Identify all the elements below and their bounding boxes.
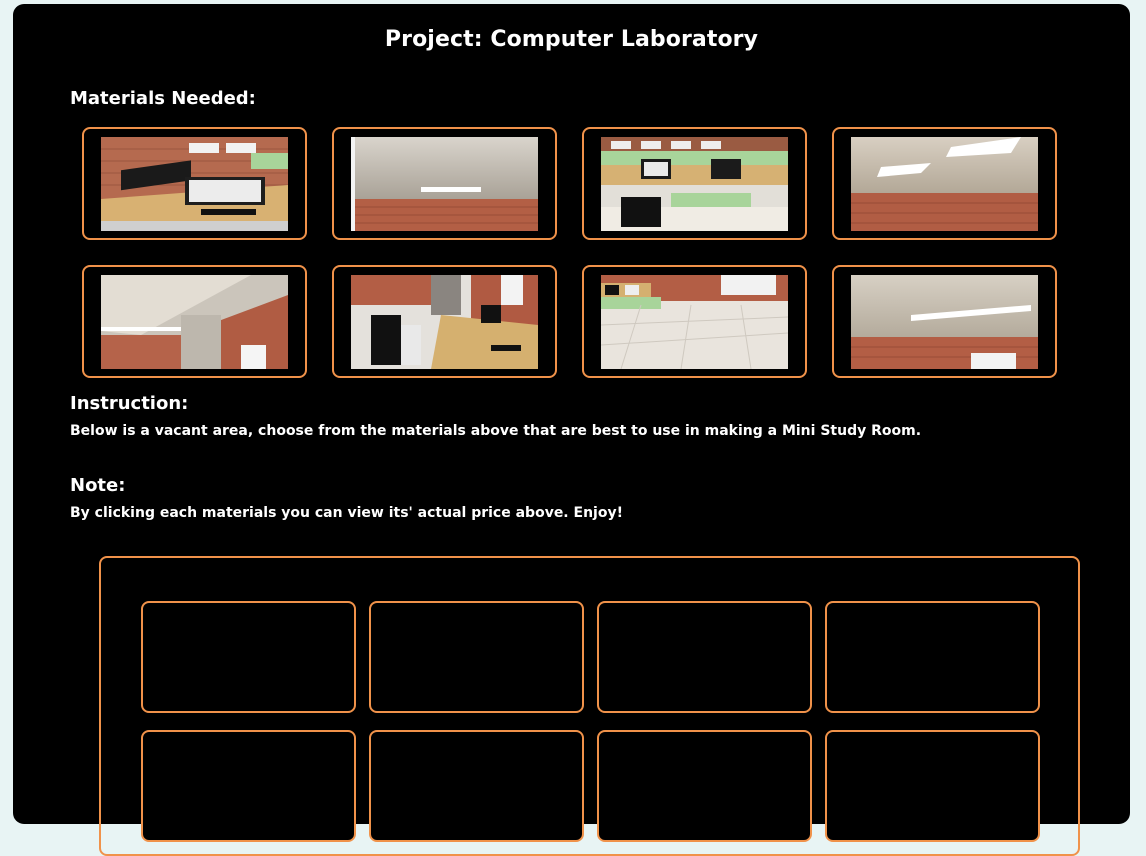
material-card-8[interactable] (832, 265, 1057, 378)
ceiling-light-image (351, 136, 538, 231)
material-card-3[interactable] (582, 127, 807, 240)
page-title: Project: Computer Laboratory (384, 27, 759, 52)
drop-slots (141, 601, 1040, 842)
drop-slot[interactable] (597, 601, 812, 713)
material-card-5[interactable] (82, 265, 307, 378)
materials-grid (82, 127, 1057, 378)
ceiling-panel-image (851, 274, 1038, 369)
note-heading: Note: (70, 475, 126, 496)
drop-slot[interactable] (141, 601, 356, 713)
ceiling-wall-image (101, 274, 288, 369)
instruction-text: Below is a vacant area, choose from the … (70, 423, 922, 439)
drop-slot[interactable] (369, 730, 584, 842)
material-card-2[interactable] (332, 127, 557, 240)
drop-slot[interactable] (597, 730, 812, 842)
ceiling-lights-image (851, 136, 1038, 231)
desk-chairs-image (351, 274, 538, 369)
note-text: By clicking each materials you can view … (70, 505, 623, 521)
computer-room-image (601, 136, 788, 231)
vacant-area (99, 556, 1080, 856)
project-panel: Project: Computer Laboratory Materials N… (13, 4, 1130, 856)
drop-slot[interactable] (825, 730, 1040, 842)
drop-slot[interactable] (825, 601, 1040, 713)
drop-slot[interactable] (369, 601, 584, 713)
computer-desks-image (101, 136, 288, 231)
drop-slot[interactable] (141, 730, 356, 842)
tile-floor-image (601, 274, 788, 369)
instruction-heading: Instruction: (70, 393, 189, 414)
material-card-7[interactable] (582, 265, 807, 378)
material-card-1[interactable] (82, 127, 307, 240)
material-card-6[interactable] (332, 265, 557, 378)
materials-heading: Materials Needed: (70, 88, 256, 109)
material-card-4[interactable] (832, 127, 1057, 240)
